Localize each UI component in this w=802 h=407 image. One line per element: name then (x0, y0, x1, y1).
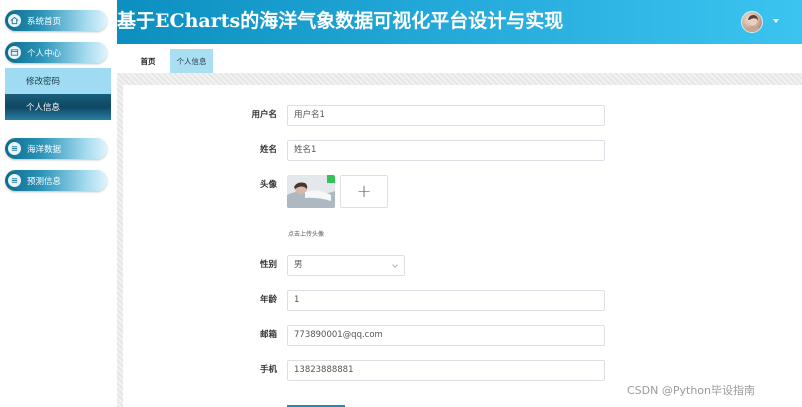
watermark: CSDN @Python毕设指南 (627, 384, 755, 397)
phone-label: 手机 (259, 365, 277, 375)
sidebar-item-label: 个人中心 (27, 48, 62, 59)
phone-input[interactable]: 13823888881 (287, 360, 605, 381)
top-header: 基于ECharts的海洋气象数据可视化平台设计与实现 (117, 0, 802, 44)
submenu-item-personal-info[interactable]: 个人信息 (5, 94, 111, 120)
list-icon (8, 142, 21, 155)
sidebar-item-label: 海洋数据 (27, 144, 62, 155)
sidebar: 系统首页 个人中心 修改密码 个人信息 海洋数据 预测信息 (0, 0, 117, 407)
form-row-username: 用户名 用户名1 (123, 105, 802, 126)
tab-home[interactable]: 首页 (133, 49, 163, 73)
age-input[interactable]: 1 (287, 290, 605, 311)
tab-personal-info[interactable]: 个人信息 (170, 49, 213, 73)
tab-bar: 首页 个人信息 (117, 44, 802, 73)
profile-form: 用户名 用户名1 姓名 姓名1 头像 + 性别 男 年龄 1 邮箱 773890… (123, 85, 802, 407)
chevron-down-icon[interactable] (773, 19, 779, 23)
gender-label: 性别 (259, 260, 277, 270)
avatar-photo-icon (287, 175, 335, 208)
page-title: 基于ECharts的海洋气象数据可视化平台设计与实现 (117, 10, 564, 32)
username-input[interactable]: 用户名1 (287, 105, 605, 126)
avatar[interactable] (741, 11, 763, 33)
gender-select[interactable]: 男 (287, 255, 405, 276)
list-icon (8, 174, 21, 187)
chevron-down-icon (392, 262, 398, 268)
avatar-icon (745, 15, 761, 32)
user-card-icon (8, 46, 21, 59)
upload-avatar-button[interactable]: + (340, 175, 388, 208)
sidebar-item-ocean-data[interactable]: 海洋数据 (5, 138, 107, 159)
upload-hint: 点击上传头像 (288, 231, 325, 238)
age-label: 年龄 (259, 295, 277, 305)
name-label: 姓名 (259, 145, 277, 155)
name-input[interactable]: 姓名1 (287, 140, 605, 161)
form-row-avatar: 头像 + (123, 175, 802, 209)
sidebar-submenu: 修改密码 个人信息 (5, 68, 111, 120)
username-label: 用户名 (251, 110, 277, 120)
form-row-phone: 手机 13823888881 (123, 360, 802, 381)
email-input[interactable]: 773890001@qq.com (287, 325, 605, 346)
sidebar-item-label: 系统首页 (27, 16, 62, 27)
form-row-gender: 性别 男 (123, 255, 802, 276)
sidebar-item-home[interactable]: 系统首页 (5, 10, 107, 31)
form-row-name: 姓名 姓名1 (123, 140, 802, 161)
form-row-age: 年龄 1 (123, 290, 802, 311)
form-row-email: 邮箱 773890001@qq.com (123, 325, 802, 346)
home-icon (8, 14, 21, 27)
sidebar-item-forecast[interactable]: 预测信息 (5, 170, 107, 191)
email-label: 邮箱 (259, 330, 277, 340)
submenu-item-change-password[interactable]: 修改密码 (5, 68, 111, 94)
sidebar-item-label: 预测信息 (27, 176, 62, 187)
avatar-thumbnail[interactable] (287, 175, 335, 208)
gender-value: 男 (294, 260, 303, 270)
tab-divider (117, 73, 802, 85)
sidebar-item-personal-center[interactable]: 个人中心 (5, 42, 107, 63)
avatar-label: 头像 (259, 180, 277, 190)
